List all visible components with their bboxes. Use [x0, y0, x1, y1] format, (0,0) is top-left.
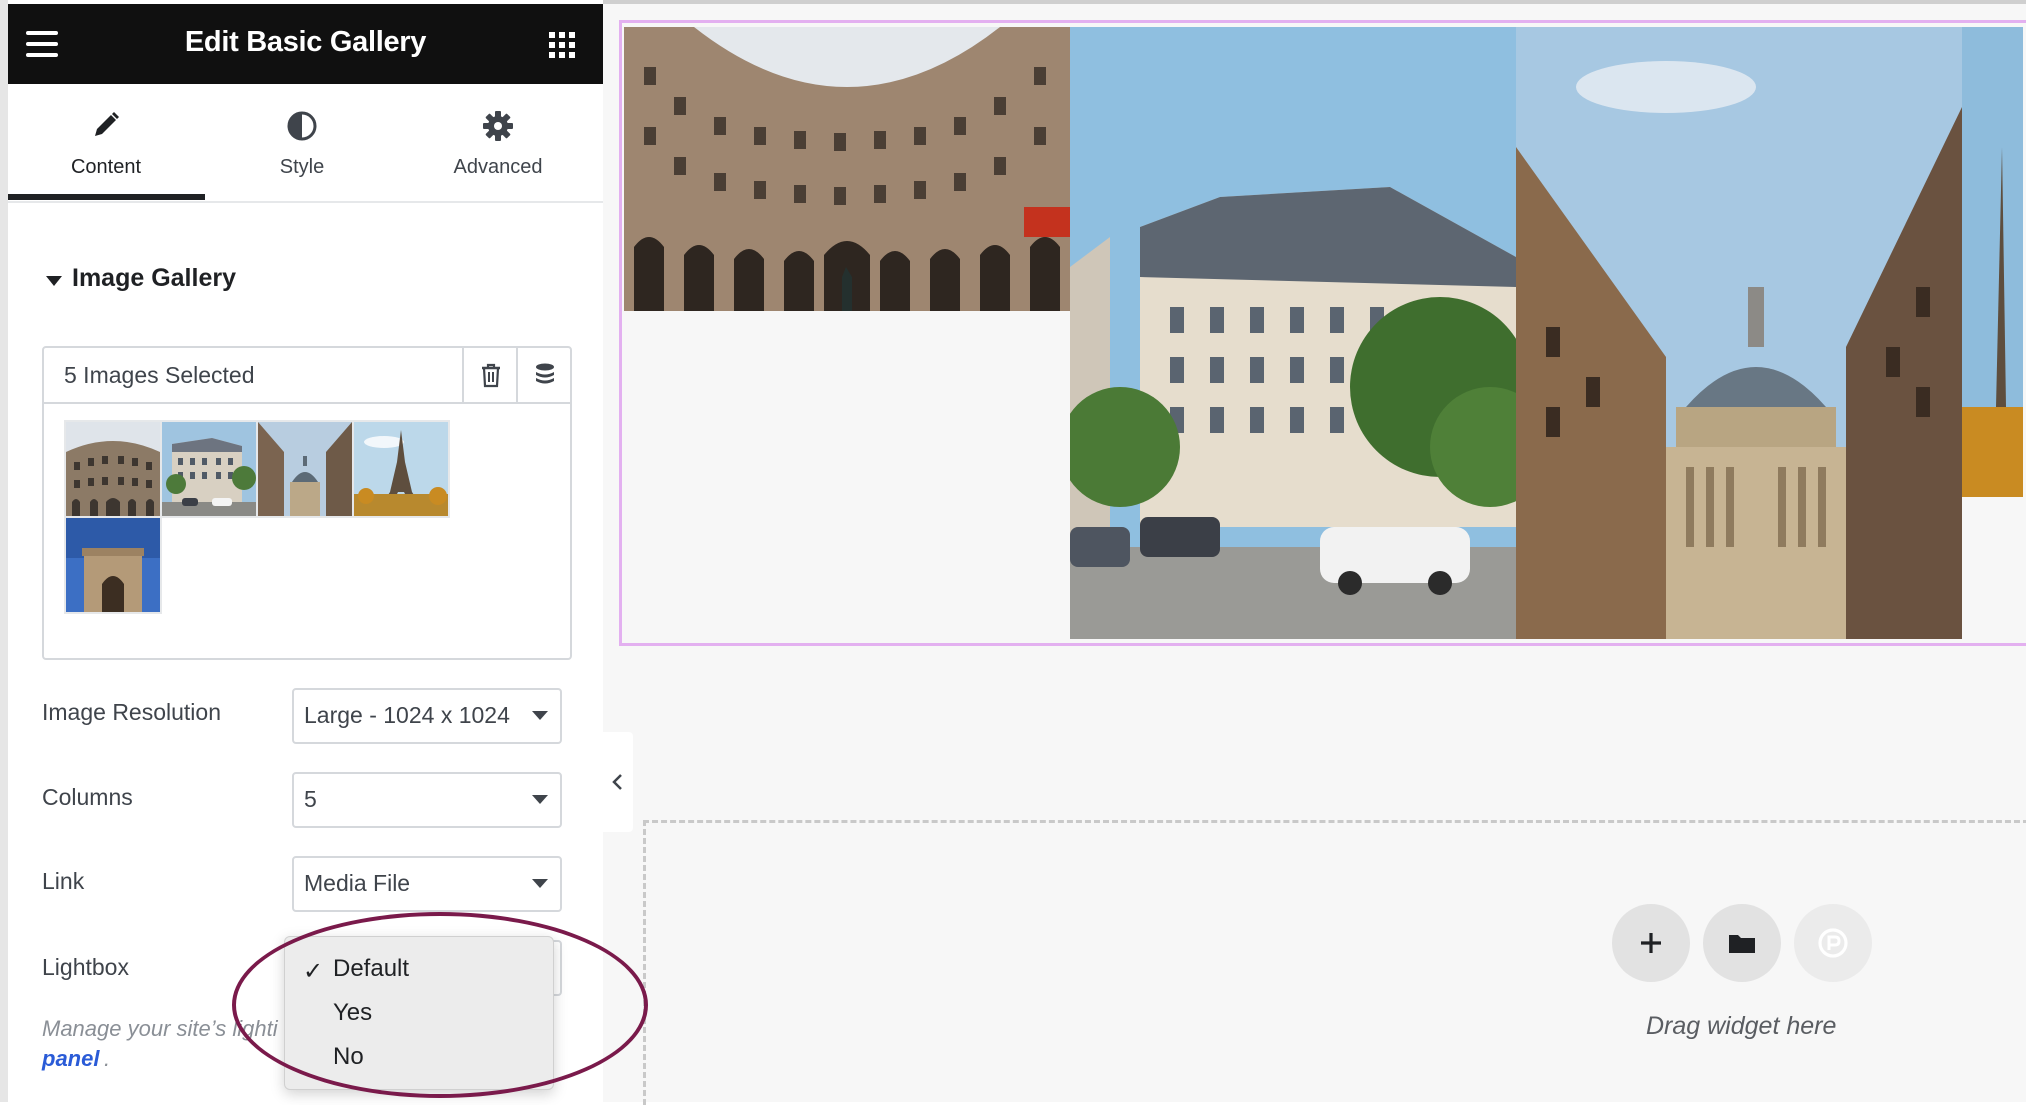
tab-content[interactable]: Content — [8, 84, 205, 201]
panel-title: Edit Basic Gallery — [184, 26, 427, 58]
editor-window: Edit Basic Gallery Content Style Advance… — [0, 0, 2026, 1105]
panel-header: Edit Basic Gallery — [8, 4, 603, 84]
gallery-thumbnail[interactable] — [64, 516, 162, 614]
gallery-bulk-edit-button[interactable] — [516, 348, 572, 402]
clear-gallery-button[interactable] — [462, 348, 518, 402]
tab-advanced[interactable]: Advanced — [400, 84, 596, 201]
tab-style[interactable]: Style — [204, 84, 400, 201]
chevron-down-icon — [532, 879, 548, 888]
add-template-button[interactable] — [1703, 904, 1781, 982]
collapse-panel-button[interactable] — [603, 732, 633, 832]
lightbox-dropdown-menu: ✓ Default Yes No — [284, 936, 554, 1090]
tab-style-label: Style — [279, 156, 325, 178]
gallery-image[interactable] — [1070, 27, 1516, 639]
columns-select[interactable]: 5 — [292, 772, 562, 828]
lightbox-option-yes[interactable]: Yes — [285, 991, 553, 1031]
gallery-thumbnail[interactable] — [160, 420, 258, 518]
image-resolution-value: Large - 1024 x 1024 — [304, 702, 510, 728]
lightbox-help-text: Manage your site’s lighti — [42, 1016, 278, 1041]
gallery-image[interactable] — [1962, 27, 2023, 497]
canvas-top-border — [603, 0, 2026, 4]
folder-icon — [1729, 935, 1755, 953]
panel-tabs: Content Style Advanced — [8, 84, 603, 203]
gallery-thumbnail[interactable] — [64, 420, 162, 518]
window-edge — [0, 0, 8, 1102]
gallery-widget-preview[interactable] — [619, 20, 2026, 646]
gallery-control-header: 5 Images Selected — [44, 348, 570, 404]
gallery-control: 5 Images Selected — [42, 346, 572, 660]
drag-widget-hint: Drag widget here — [1646, 1012, 1837, 1040]
link-select[interactable]: Media File — [292, 856, 562, 912]
image-resolution-label: Image Resolution — [42, 699, 221, 725]
section-collapse-caret-icon[interactable] — [46, 276, 62, 286]
stack-icon — [536, 363, 554, 384]
lightbox-option-no[interactable]: No — [285, 1035, 553, 1075]
link-value: Media File — [304, 870, 411, 896]
gallery-image[interactable] — [1516, 27, 1962, 639]
ai-assistant-button[interactable] — [1794, 904, 1872, 982]
lightbox-label: Lightbox — [42, 954, 129, 980]
ai-logo-icon — [1818, 928, 1848, 958]
section-title[interactable]: Image Gallery — [72, 264, 236, 293]
add-section-button[interactable] — [1612, 904, 1690, 982]
apps-grid-icon[interactable] — [549, 32, 575, 58]
editor-panel: Edit Basic Gallery Content Style Advance… — [8, 4, 603, 1102]
tab-advanced-label: Advanced — [453, 156, 543, 178]
plus-icon — [1641, 933, 1661, 953]
columns-label: Columns — [42, 784, 133, 810]
chevron-left-icon — [612, 774, 622, 790]
checkmark-icon: ✓ — [303, 958, 324, 985]
images-selected-count: 5 Images Selected — [64, 362, 255, 388]
active-tab-indicator — [8, 194, 205, 200]
gear-icon — [483, 111, 513, 141]
pencil-icon — [95, 112, 119, 136]
columns-value: 5 — [304, 786, 317, 812]
gallery-thumbnail[interactable] — [256, 420, 354, 518]
contrast-icon — [287, 111, 317, 141]
gallery-thumbnail[interactable] — [352, 420, 450, 518]
trash-icon — [482, 363, 500, 388]
help-text-period: . — [104, 1046, 111, 1071]
gallery-image[interactable] — [624, 27, 1070, 311]
chevron-down-icon — [532, 711, 548, 720]
lightbox-settings-link[interactable]: panel — [42, 1046, 99, 1072]
link-label: Link — [42, 868, 85, 894]
tab-content-label: Content — [70, 156, 142, 178]
image-resolution-select[interactable]: Large - 1024 x 1024 — [292, 688, 562, 744]
lightbox-option-default[interactable]: ✓ Default — [285, 947, 553, 987]
chevron-down-icon — [532, 795, 548, 804]
